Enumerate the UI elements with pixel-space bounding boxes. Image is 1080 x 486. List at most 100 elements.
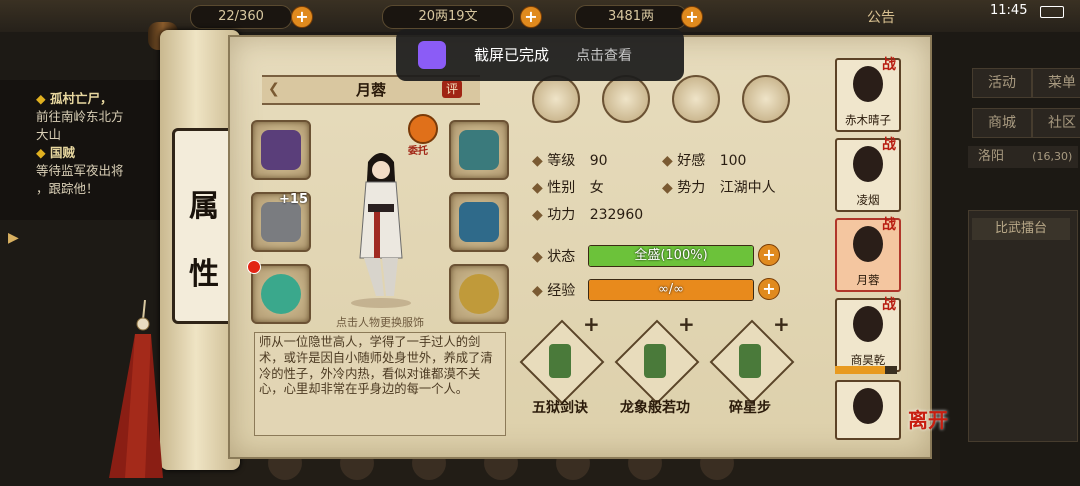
amulet-icon bbox=[459, 274, 499, 314]
scroll-book-icon bbox=[644, 344, 666, 378]
attributes-tab[interactable]: 属 性 bbox=[172, 128, 236, 324]
side-panel bbox=[968, 210, 1078, 442]
currency-copper: 20两19文 bbox=[382, 5, 514, 29]
status-bar: 全盛(100%) bbox=[588, 245, 754, 267]
quest-text: 等待监军夜出将 bbox=[36, 163, 124, 178]
entrust-icon[interactable] bbox=[408, 114, 438, 144]
notification-dot bbox=[247, 260, 261, 274]
quest-title: 孤村亡尸， bbox=[49, 91, 113, 106]
avatar bbox=[853, 306, 883, 342]
screenshot-icon bbox=[418, 41, 446, 69]
quest-text: ，跟踪他！ bbox=[36, 181, 99, 196]
hp-bar bbox=[835, 366, 897, 374]
roster-portrait-5[interactable] bbox=[835, 380, 901, 440]
battle-tag: 战 bbox=[882, 137, 896, 153]
roster-name: 月蓉 bbox=[856, 273, 880, 287]
shop-button[interactable]: 商城 bbox=[972, 108, 1032, 138]
location-bar[interactable]: 洛阳 (16,30) bbox=[968, 146, 1078, 168]
skill-name-3: 碎星步 bbox=[729, 400, 771, 416]
add-button-1[interactable]: + bbox=[291, 6, 313, 28]
tab-char: 性 bbox=[189, 257, 219, 292]
quest-panel[interactable]: ◆ 孤村亡尸， 前往南岭东北方 大山 ◆ 国贼 等待监军夜出将 ，跟踪他！ bbox=[0, 80, 170, 220]
hat-icon[interactable] bbox=[532, 75, 580, 123]
add-copper-button[interactable]: + bbox=[520, 6, 542, 28]
roster-name: 凌烟 bbox=[856, 193, 880, 207]
menu-button[interactable]: 菜单 bbox=[1032, 68, 1080, 98]
scroll-book-icon bbox=[549, 344, 571, 378]
activity-button[interactable]: 活动 bbox=[972, 68, 1032, 98]
level-value: 90 bbox=[589, 153, 608, 169]
exp-bar: ∞/∞ bbox=[588, 279, 754, 301]
battery-icon bbox=[1040, 6, 1064, 18]
skill-add-icon[interactable]: + bbox=[773, 312, 790, 336]
battle-tag: 战 bbox=[882, 297, 896, 313]
equip-slot-helmet[interactable] bbox=[449, 120, 509, 180]
clock: 11:45 bbox=[990, 3, 1028, 18]
skill-name-2: 龙象般若功 bbox=[620, 400, 690, 416]
gloves-icon bbox=[261, 130, 301, 170]
battle-tag: 战 bbox=[882, 217, 896, 233]
favor-value: 100 bbox=[719, 153, 747, 169]
weapon-icon bbox=[261, 202, 301, 242]
quest-text: 大山 bbox=[36, 127, 62, 142]
skill-add-icon[interactable]: + bbox=[678, 312, 695, 336]
toast-view-link[interactable]: 点击查看 bbox=[576, 45, 632, 65]
tassel-ornament bbox=[109, 300, 163, 478]
equip-slot-ring[interactable] bbox=[251, 264, 311, 324]
skill-name-1: 五狱剑诀 bbox=[532, 400, 588, 416]
leave-button[interactable]: 离开 bbox=[908, 404, 948, 433]
ring-icon bbox=[261, 274, 301, 314]
enhance-level: +15 bbox=[279, 192, 308, 207]
tab-char: 属 bbox=[189, 189, 219, 224]
gender-label: 性别 bbox=[547, 180, 576, 196]
add-silver-button[interactable]: + bbox=[681, 6, 703, 28]
level-label: 等级 bbox=[547, 153, 576, 169]
equip-slot-weapon[interactable]: +15 bbox=[251, 192, 311, 252]
expand-arrow-icon[interactable]: ▶ bbox=[8, 230, 26, 254]
top-left-counter: 22/360 bbox=[190, 5, 292, 29]
exp-text: ∞/∞ bbox=[657, 282, 685, 297]
banner-left-arrow-icon: ❮ bbox=[268, 81, 280, 97]
armor-icon bbox=[459, 202, 499, 242]
avatar bbox=[853, 226, 883, 262]
avatar bbox=[853, 146, 883, 182]
announcement-button[interactable]: 公告 bbox=[867, 7, 895, 27]
status-label: 状态 bbox=[547, 249, 576, 265]
quest-text: 前往南岭东北方 bbox=[36, 109, 124, 124]
avatar bbox=[853, 66, 883, 102]
battle-tag: 战 bbox=[882, 57, 896, 73]
equip-slot-gloves[interactable] bbox=[251, 120, 311, 180]
status-text: 全盛(100%) bbox=[634, 248, 708, 263]
meridian-icon[interactable] bbox=[742, 75, 790, 123]
helmet-icon bbox=[459, 130, 499, 170]
screenshot-toast[interactable]: 截屏已完成 点击查看 bbox=[396, 29, 684, 81]
skill-add-icon[interactable]: + bbox=[583, 312, 600, 336]
community-button[interactable]: 社区 bbox=[1032, 108, 1080, 138]
equip-slot-amulet[interactable] bbox=[449, 264, 509, 324]
location-coords: (16,30) bbox=[1032, 150, 1073, 163]
figure-hint: 点击人物更换服饰 bbox=[336, 316, 424, 329]
location-name: 洛阳 bbox=[978, 149, 1005, 164]
toast-title: 截屏已完成 bbox=[474, 46, 550, 64]
arena-button[interactable]: 比武擂台 bbox=[972, 218, 1070, 240]
status-plus-button[interactable]: + bbox=[758, 244, 780, 266]
character-figure[interactable] bbox=[338, 148, 424, 308]
avatar bbox=[853, 388, 883, 424]
favor-label: 好感 bbox=[677, 153, 706, 169]
character-description: 师从一位隐世高人，学得了一手过人的剑术，或许是因自小随师处身世外，养成了清冷的性… bbox=[254, 332, 506, 436]
roster-name: 赤木晴子 bbox=[845, 113, 891, 127]
rate-badge[interactable]: 评 bbox=[442, 80, 462, 98]
exp-label: 经验 bbox=[547, 283, 576, 299]
exp-plus-button[interactable]: + bbox=[758, 278, 780, 300]
map-scroll-icon[interactable] bbox=[602, 75, 650, 123]
currency-silver: 3481两 bbox=[575, 5, 687, 29]
faction-value: 江湖中人 bbox=[719, 180, 776, 196]
power-value: 232960 bbox=[589, 207, 644, 223]
hp-bar-fill bbox=[835, 366, 885, 374]
bagua-icon[interactable] bbox=[672, 75, 720, 123]
faction-label: 势力 bbox=[677, 180, 706, 196]
scroll-book-icon bbox=[739, 344, 761, 378]
gender-value: 女 bbox=[589, 180, 604, 196]
quest-title: 国贼 bbox=[49, 145, 75, 160]
equip-slot-armor[interactable] bbox=[449, 192, 509, 252]
